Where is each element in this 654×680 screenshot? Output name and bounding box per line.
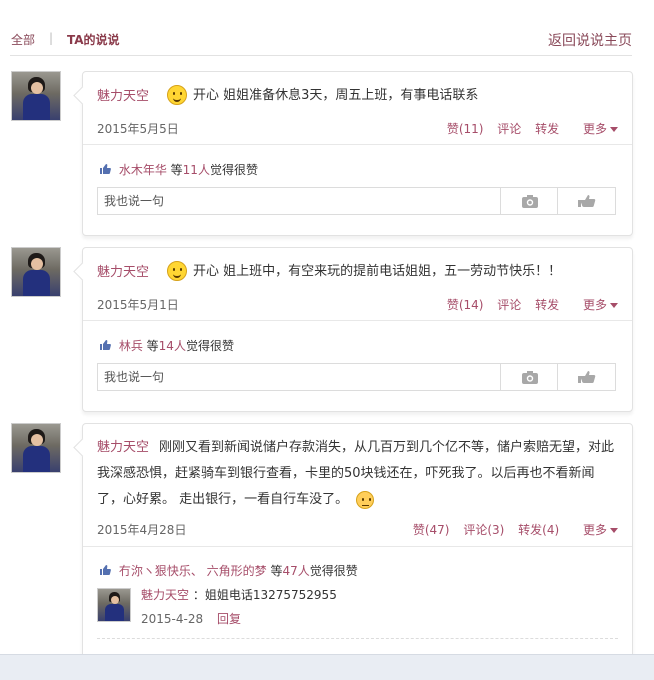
comment-item: 魅力天空 ：姐姐电话13275752955 — [141, 586, 337, 603]
liker-names[interactable]: 冇沵ヽ狠快乐、 六角形的梦 — [119, 564, 267, 578]
likes-summary: 水木年华 等11人觉得很赞 — [99, 161, 258, 178]
comment-button[interactable]: 评论 — [497, 122, 521, 136]
post-text: 开心 姐上班中，有空来玩的提前电话姐姐，五一劳动节快乐！！ — [193, 264, 562, 279]
likes-count[interactable]: 14人 — [159, 339, 186, 353]
pointing-hand-icon — [577, 371, 595, 383]
post-author[interactable]: 魅力天空 — [97, 440, 149, 455]
comment-meta: 2015-4-28 回复 — [141, 610, 241, 627]
comment-author[interactable]: 魅力天空 — [141, 588, 189, 602]
camera-icon — [521, 194, 538, 208]
author-avatar[interactable] — [11, 71, 61, 121]
post-card: 魅力天空 开心 姐上班中，有空来玩的提前电话姐姐，五一劳动节快乐！！ 2015年… — [73, 247, 633, 412]
comment-button[interactable]: 评论 — [497, 298, 521, 312]
share-button[interactable]: 转发(4) — [518, 523, 559, 537]
post-author[interactable]: 魅力天空 — [97, 85, 149, 104]
photo-button[interactable] — [500, 364, 558, 390]
more-button[interactable]: 更多 — [573, 298, 618, 312]
pointing-hand-icon — [577, 195, 595, 207]
commenter-avatar[interactable] — [97, 588, 131, 622]
liker-names[interactable]: 林兵 — [119, 339, 143, 353]
nav-divider — [10, 55, 632, 56]
bottom-bar — [0, 654, 654, 680]
reply-box — [97, 363, 616, 391]
likes-summary: 冇沵ヽ狠快乐、 六角形的梦 等47人觉得很赞 — [99, 562, 358, 579]
tab-ta-posts[interactable]: TA的说说 — [67, 31, 120, 48]
card-divider — [83, 546, 632, 547]
comment-reply-button[interactable]: 回复 — [217, 612, 241, 626]
likes-summary: 林兵 等14人觉得很赞 — [99, 337, 234, 354]
reply-box — [97, 187, 616, 215]
post-date: 2015年4月28日 — [97, 523, 187, 537]
post-actions: 赞(11) 评论 转发 更多 — [437, 120, 618, 137]
thumb-up-icon — [100, 565, 111, 575]
caret-down-icon — [610, 127, 618, 132]
liker-names[interactable]: 水木年华 — [119, 163, 167, 177]
nudge-button[interactable] — [557, 188, 615, 214]
likes-count[interactable]: 47人 — [282, 564, 309, 578]
post-actions: 赞(47) 评论(3) 转发(4) 更多 — [403, 521, 618, 538]
card-divider — [83, 320, 632, 321]
post-card: 魅力天空 刚刚又看到新闻说储户存款消失，从几百万到几个亿不等，储户索赔无望，对此我… — [73, 423, 633, 665]
caret-down-icon — [610, 303, 618, 308]
smile-emoji-icon — [167, 261, 187, 281]
reply-input[interactable] — [98, 364, 515, 390]
like-button[interactable]: 赞(47) — [413, 523, 450, 537]
like-button[interactable]: 赞(11) — [447, 122, 484, 136]
nav-separator: | — [49, 31, 54, 45]
thumb-up-icon — [100, 164, 111, 174]
share-button[interactable]: 转发 — [535, 298, 559, 312]
comment-divider — [97, 638, 618, 639]
camera-icon — [521, 370, 538, 384]
comment-button[interactable]: 评论(3) — [463, 523, 504, 537]
comment-date: 2015-4-28 — [141, 612, 204, 626]
post-actions: 赞(14) 评论 转发 更多 — [437, 296, 618, 313]
like-button[interactable]: 赞(14) — [447, 298, 484, 312]
photo-button[interactable] — [500, 188, 558, 214]
tab-all[interactable]: 全部 — [11, 31, 35, 48]
share-button[interactable]: 转发 — [535, 122, 559, 136]
back-to-home-link[interactable]: 返回说说主页 — [548, 30, 632, 50]
smile-emoji-icon — [167, 85, 187, 105]
post-date: 2015年5月5日 — [97, 122, 179, 136]
sad-emoji-icon — [356, 490, 375, 509]
more-button[interactable]: 更多 — [573, 122, 618, 136]
author-avatar[interactable] — [11, 247, 61, 297]
caret-down-icon — [610, 528, 618, 533]
post-date: 2015年5月1日 — [97, 298, 179, 312]
post-author[interactable]: 魅力天空 — [97, 261, 149, 280]
comment-text: ：姐姐电话13275752955 — [192, 588, 337, 602]
post-card: 魅力天空 开心 姐姐准备休息3天，周五上班，有事电话联系 2015年5月5日 赞… — [73, 71, 633, 236]
likes-count[interactable]: 11人 — [183, 163, 210, 177]
thumb-up-icon — [100, 340, 111, 350]
reply-input[interactable] — [98, 188, 515, 214]
nudge-button[interactable] — [557, 364, 615, 390]
author-avatar[interactable] — [11, 423, 61, 473]
more-button[interactable]: 更多 — [573, 523, 618, 537]
card-divider — [83, 144, 632, 145]
post-text: 魅力天空 刚刚又看到新闻说储户存款消失，从几百万到几个亿不等，储户索赔无望，对此我… — [97, 440, 615, 509]
top-nav: 全部 | TA的说说 返回说说主页 — [0, 0, 654, 56]
post-text: 开心 姐姐准备休息3天，周五上班，有事电话联系 — [193, 88, 479, 103]
